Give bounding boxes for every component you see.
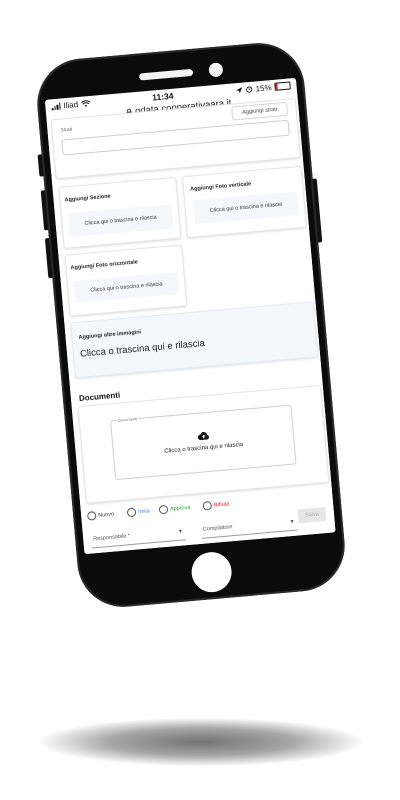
radio-circle bbox=[126, 507, 137, 518]
cloud-upload-icon bbox=[197, 432, 209, 441]
foto-orizzontale-card: Aggiungi Foto orizzontale Clicca qui o t… bbox=[64, 244, 188, 317]
sezione-card: Aggiungi Sezione Clicca qui o trascina e… bbox=[58, 176, 182, 249]
documenti-title: Documenti bbox=[78, 390, 121, 404]
carrier-name: Iliad bbox=[62, 99, 79, 110]
foto-verticale-label: Aggiungi Foto verticale bbox=[189, 181, 252, 193]
wifi-icon bbox=[80, 99, 90, 107]
altre-immagini-label: Aggiungi altre immagini bbox=[78, 329, 142, 341]
responsabile-select[interactable]: Responsabile * ▼ bbox=[90, 523, 186, 549]
radio-approva[interactable]: Approva bbox=[158, 503, 191, 515]
page-content: Strati Aggiungi strati Aggiungi Sezione … bbox=[47, 98, 336, 555]
foto-orizzontale-dropzone[interactable]: Clicca qui o trascina e rilascia bbox=[73, 271, 180, 303]
phone-screen: Iliad 11:34 15% qdata.cooperativaara.it … bbox=[44, 77, 336, 555]
location-arrow-icon bbox=[236, 86, 242, 93]
sezione-label: Aggiungi Sezione bbox=[64, 193, 111, 204]
radio-label-invia: Invia bbox=[137, 507, 150, 515]
compilatore-placeholder: Compilatore bbox=[202, 524, 233, 533]
clock: 11:34 bbox=[151, 90, 174, 103]
add-strati-button[interactable]: Aggiungi strati bbox=[231, 101, 289, 121]
chevron-down-icon: ▼ bbox=[177, 528, 184, 535]
radio-circle bbox=[158, 504, 169, 515]
foto-verticale-card: Aggiungi Foto verticale Clicca qui o tra… bbox=[181, 165, 307, 238]
radio-label-approva: Approva bbox=[169, 504, 191, 513]
documenti-dropzone[interactable]: Documenti Clicca o trascina qui e rilasc… bbox=[110, 404, 297, 481]
alarm-icon bbox=[246, 85, 253, 93]
strati-label: Strati bbox=[60, 126, 73, 134]
altre-immagini-dropzone-text: Clicca o trascina qui e rilascia bbox=[79, 337, 206, 360]
foto-orizzontale-label: Aggiungi Foto orizzontale bbox=[70, 259, 139, 272]
save-button[interactable]: Salva bbox=[297, 506, 327, 524]
documenti-card: Documenti Clicca o trascina qui e rilasc… bbox=[77, 384, 330, 504]
signal-icon bbox=[51, 102, 61, 110]
radio-rifiuta[interactable]: Rifiuta bbox=[202, 499, 230, 511]
battery-icon bbox=[274, 81, 291, 91]
phone-mockup: Iliad 11:34 15% qdata.cooperativaara.it … bbox=[33, 39, 349, 611]
sezione-dropzone[interactable]: Clicca qui o trascina e rilascia bbox=[67, 204, 174, 238]
responsabile-placeholder: Responsabile * bbox=[93, 533, 131, 543]
documenti-drop-text: Clicca o trascina qui e rilascia bbox=[164, 441, 244, 455]
documenti-field-label: Documenti bbox=[116, 415, 139, 423]
foto-verticale-dropzone[interactable]: Clicca qui o trascina e rilascia bbox=[193, 191, 299, 225]
radio-label-rifiuta: Rifiuta bbox=[213, 500, 230, 509]
radio-label-nuovo: Nuovo bbox=[97, 510, 115, 519]
radio-circle bbox=[86, 511, 97, 521]
radio-invia[interactable]: Invia bbox=[126, 506, 150, 518]
phone-shadow bbox=[40, 718, 362, 766]
radio-circle bbox=[202, 500, 213, 511]
chevron-down-icon: ▼ bbox=[289, 518, 295, 526]
strati-input[interactable] bbox=[61, 119, 290, 156]
compilatore-select[interactable]: Compilatore ▼ bbox=[200, 513, 298, 539]
battery-percent: 15% bbox=[255, 82, 272, 93]
radio-nuovo[interactable]: Nuovo bbox=[86, 509, 115, 521]
